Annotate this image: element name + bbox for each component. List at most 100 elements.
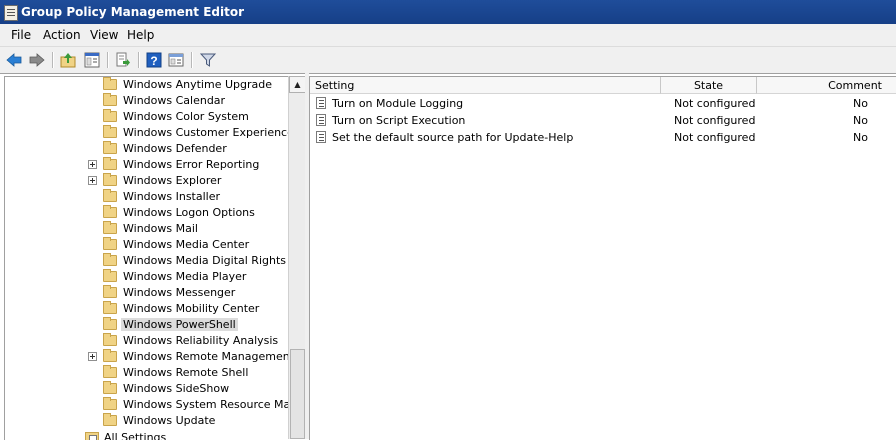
folder-icon xyxy=(103,397,117,410)
folder-icon xyxy=(103,237,117,250)
tree-item-label: Windows Customer Experience Im xyxy=(123,126,289,139)
folder-icon xyxy=(103,333,117,346)
folder-icon xyxy=(103,349,117,362)
back-arrow-icon[interactable] xyxy=(5,51,23,69)
menu-view[interactable]: View xyxy=(90,28,118,42)
menu-action[interactable]: Action xyxy=(43,28,81,42)
scrollbar-thumb[interactable] xyxy=(290,349,305,439)
policy-setting-comment: No xyxy=(853,97,868,110)
tree-item-label: Windows Explorer xyxy=(123,174,222,187)
folder-icon xyxy=(103,285,117,298)
policy-setting-name: Turn on Module Logging xyxy=(332,97,464,110)
folder-icon xyxy=(103,269,117,282)
tree-item-label: Windows Media Player xyxy=(123,270,247,283)
tree-item[interactable]: Windows Mobility Center xyxy=(5,301,289,317)
policy-setting-state: Not configured xyxy=(674,97,756,110)
folder-icon xyxy=(103,109,117,122)
folder-icon xyxy=(103,141,117,154)
tree-item[interactable]: Windows Media Player xyxy=(5,269,289,285)
policy-settings-list: Setting State Comment Turn on Module Log… xyxy=(309,76,896,440)
folder-icon xyxy=(103,301,117,314)
policy-setting-icon xyxy=(316,114,326,126)
folder-icon xyxy=(103,317,117,330)
expand-plus-icon[interactable] xyxy=(88,176,97,185)
tree-vertical-scrollbar[interactable]: ▲ xyxy=(288,76,306,439)
tree-item-label: Windows Update xyxy=(123,414,216,427)
tree-item-label: Windows Calendar xyxy=(123,94,226,107)
tree-item[interactable]: Windows Color System xyxy=(5,109,289,125)
expand-plus-icon[interactable] xyxy=(88,160,97,169)
policy-setting-name: Set the default source path for Update-H… xyxy=(332,131,574,144)
tree-item[interactable]: Windows Mail xyxy=(5,221,289,237)
folder-icon xyxy=(103,413,117,426)
column-header-state[interactable]: State xyxy=(661,77,757,94)
tree-item[interactable]: Windows Explorer xyxy=(5,173,289,189)
column-header-comment[interactable]: Comment xyxy=(757,77,896,94)
tree-item-label: Windows Remote Shell xyxy=(123,366,249,379)
tree-item[interactable]: Windows Installer xyxy=(5,189,289,205)
export-list-icon[interactable] xyxy=(114,51,132,69)
toolbar-separator xyxy=(191,52,193,68)
folder-icon xyxy=(103,125,117,138)
tree-item[interactable]: Windows Messenger xyxy=(5,285,289,301)
properties-icon[interactable] xyxy=(167,51,185,69)
tree-item[interactable]: Windows Remote Shell xyxy=(5,365,289,381)
policy-setting-icon xyxy=(316,97,326,109)
tree-item-label: Windows Media Digital Rights Mana xyxy=(123,254,289,267)
window-title: Group Policy Management Editor xyxy=(21,5,245,19)
folder-icon xyxy=(103,253,117,266)
tree-item[interactable]: Windows Remote Management (W xyxy=(5,349,289,365)
tree-item[interactable]: Windows Media Digital Rights Mana xyxy=(5,253,289,269)
folder-icon xyxy=(103,93,117,106)
tree-item[interactable]: Windows Logon Options xyxy=(5,205,289,221)
policy-editor-app-icon xyxy=(4,5,18,21)
tree-item-label: Windows Mail xyxy=(123,222,198,235)
column-header-setting[interactable]: Setting xyxy=(310,77,661,94)
policy-setting-state: Not configured xyxy=(674,114,756,127)
folder-icon xyxy=(103,189,117,202)
tree-item[interactable]: Windows SideShow xyxy=(5,381,289,397)
tree-item-label: Windows Mobility Center xyxy=(123,302,260,315)
scroll-up-arrow-icon[interactable]: ▲ xyxy=(289,76,306,93)
tree-item-label: Windows Defender xyxy=(123,142,227,155)
tree-item[interactable]: Windows Reliability Analysis xyxy=(5,333,289,349)
menu-help[interactable]: Help xyxy=(127,28,154,42)
up-folder-icon[interactable] xyxy=(59,51,77,69)
toolbar-separator xyxy=(52,52,54,68)
tree-item-label: Windows PowerShell xyxy=(121,318,238,331)
tree-item[interactable]: Windows Calendar xyxy=(5,93,289,109)
expand-plus-icon[interactable] xyxy=(88,352,97,361)
show-hide-tree-icon[interactable] xyxy=(83,51,101,69)
menu-bar: File Action View Help xyxy=(0,24,896,47)
help-icon[interactable]: ? xyxy=(145,51,163,69)
menu-file[interactable]: File xyxy=(11,28,31,42)
tree-item-label: Windows Remote Management (W xyxy=(123,350,289,363)
filter-icon[interactable] xyxy=(199,51,217,69)
policy-setting-comment: No xyxy=(853,114,868,127)
tree-item[interactable]: Windows Defender xyxy=(5,141,289,157)
policy-row[interactable]: Turn on Script Execution Not configured No xyxy=(310,112,896,129)
policy-setting-name: Turn on Script Execution xyxy=(332,114,466,127)
tree-item-label: Windows Installer xyxy=(123,190,221,203)
policy-row[interactable]: Set the default source path for Update-H… xyxy=(310,129,896,146)
tree-item[interactable]: Windows Customer Experience Im xyxy=(5,125,289,141)
tree-item[interactable]: Windows Anytime Upgrade xyxy=(5,77,289,93)
tree-item-label: Windows SideShow xyxy=(123,382,230,395)
toolbar-separator xyxy=(138,52,140,68)
tree-item-label: Windows Color System xyxy=(123,110,249,123)
policy-setting-state: Not configured xyxy=(674,131,756,144)
svg-text:?: ? xyxy=(150,54,157,68)
policy-setting-icon xyxy=(316,131,326,143)
folder-icon xyxy=(103,173,117,186)
tree-item[interactable]: Windows Media Center xyxy=(5,237,289,253)
forward-arrow-icon[interactable] xyxy=(28,51,46,69)
tree-item[interactable]: Windows PowerShell xyxy=(5,317,289,333)
tree-item[interactable]: Windows Update xyxy=(5,413,289,429)
tree-item-label: Windows Messenger xyxy=(123,286,236,299)
policy-row[interactable]: Turn on Module Logging Not configured No xyxy=(310,95,896,112)
tree-item[interactable]: Windows Error Reporting xyxy=(5,157,289,173)
tree-item-label: Windows Error Reporting xyxy=(123,158,260,171)
tree-item[interactable]: Windows System Resource Manag xyxy=(5,397,289,413)
tree-item-label: Windows Reliability Analysis xyxy=(123,334,279,347)
console-tree[interactable]: Windows Anytime Upgrade Windows Calendar W… xyxy=(4,76,289,440)
